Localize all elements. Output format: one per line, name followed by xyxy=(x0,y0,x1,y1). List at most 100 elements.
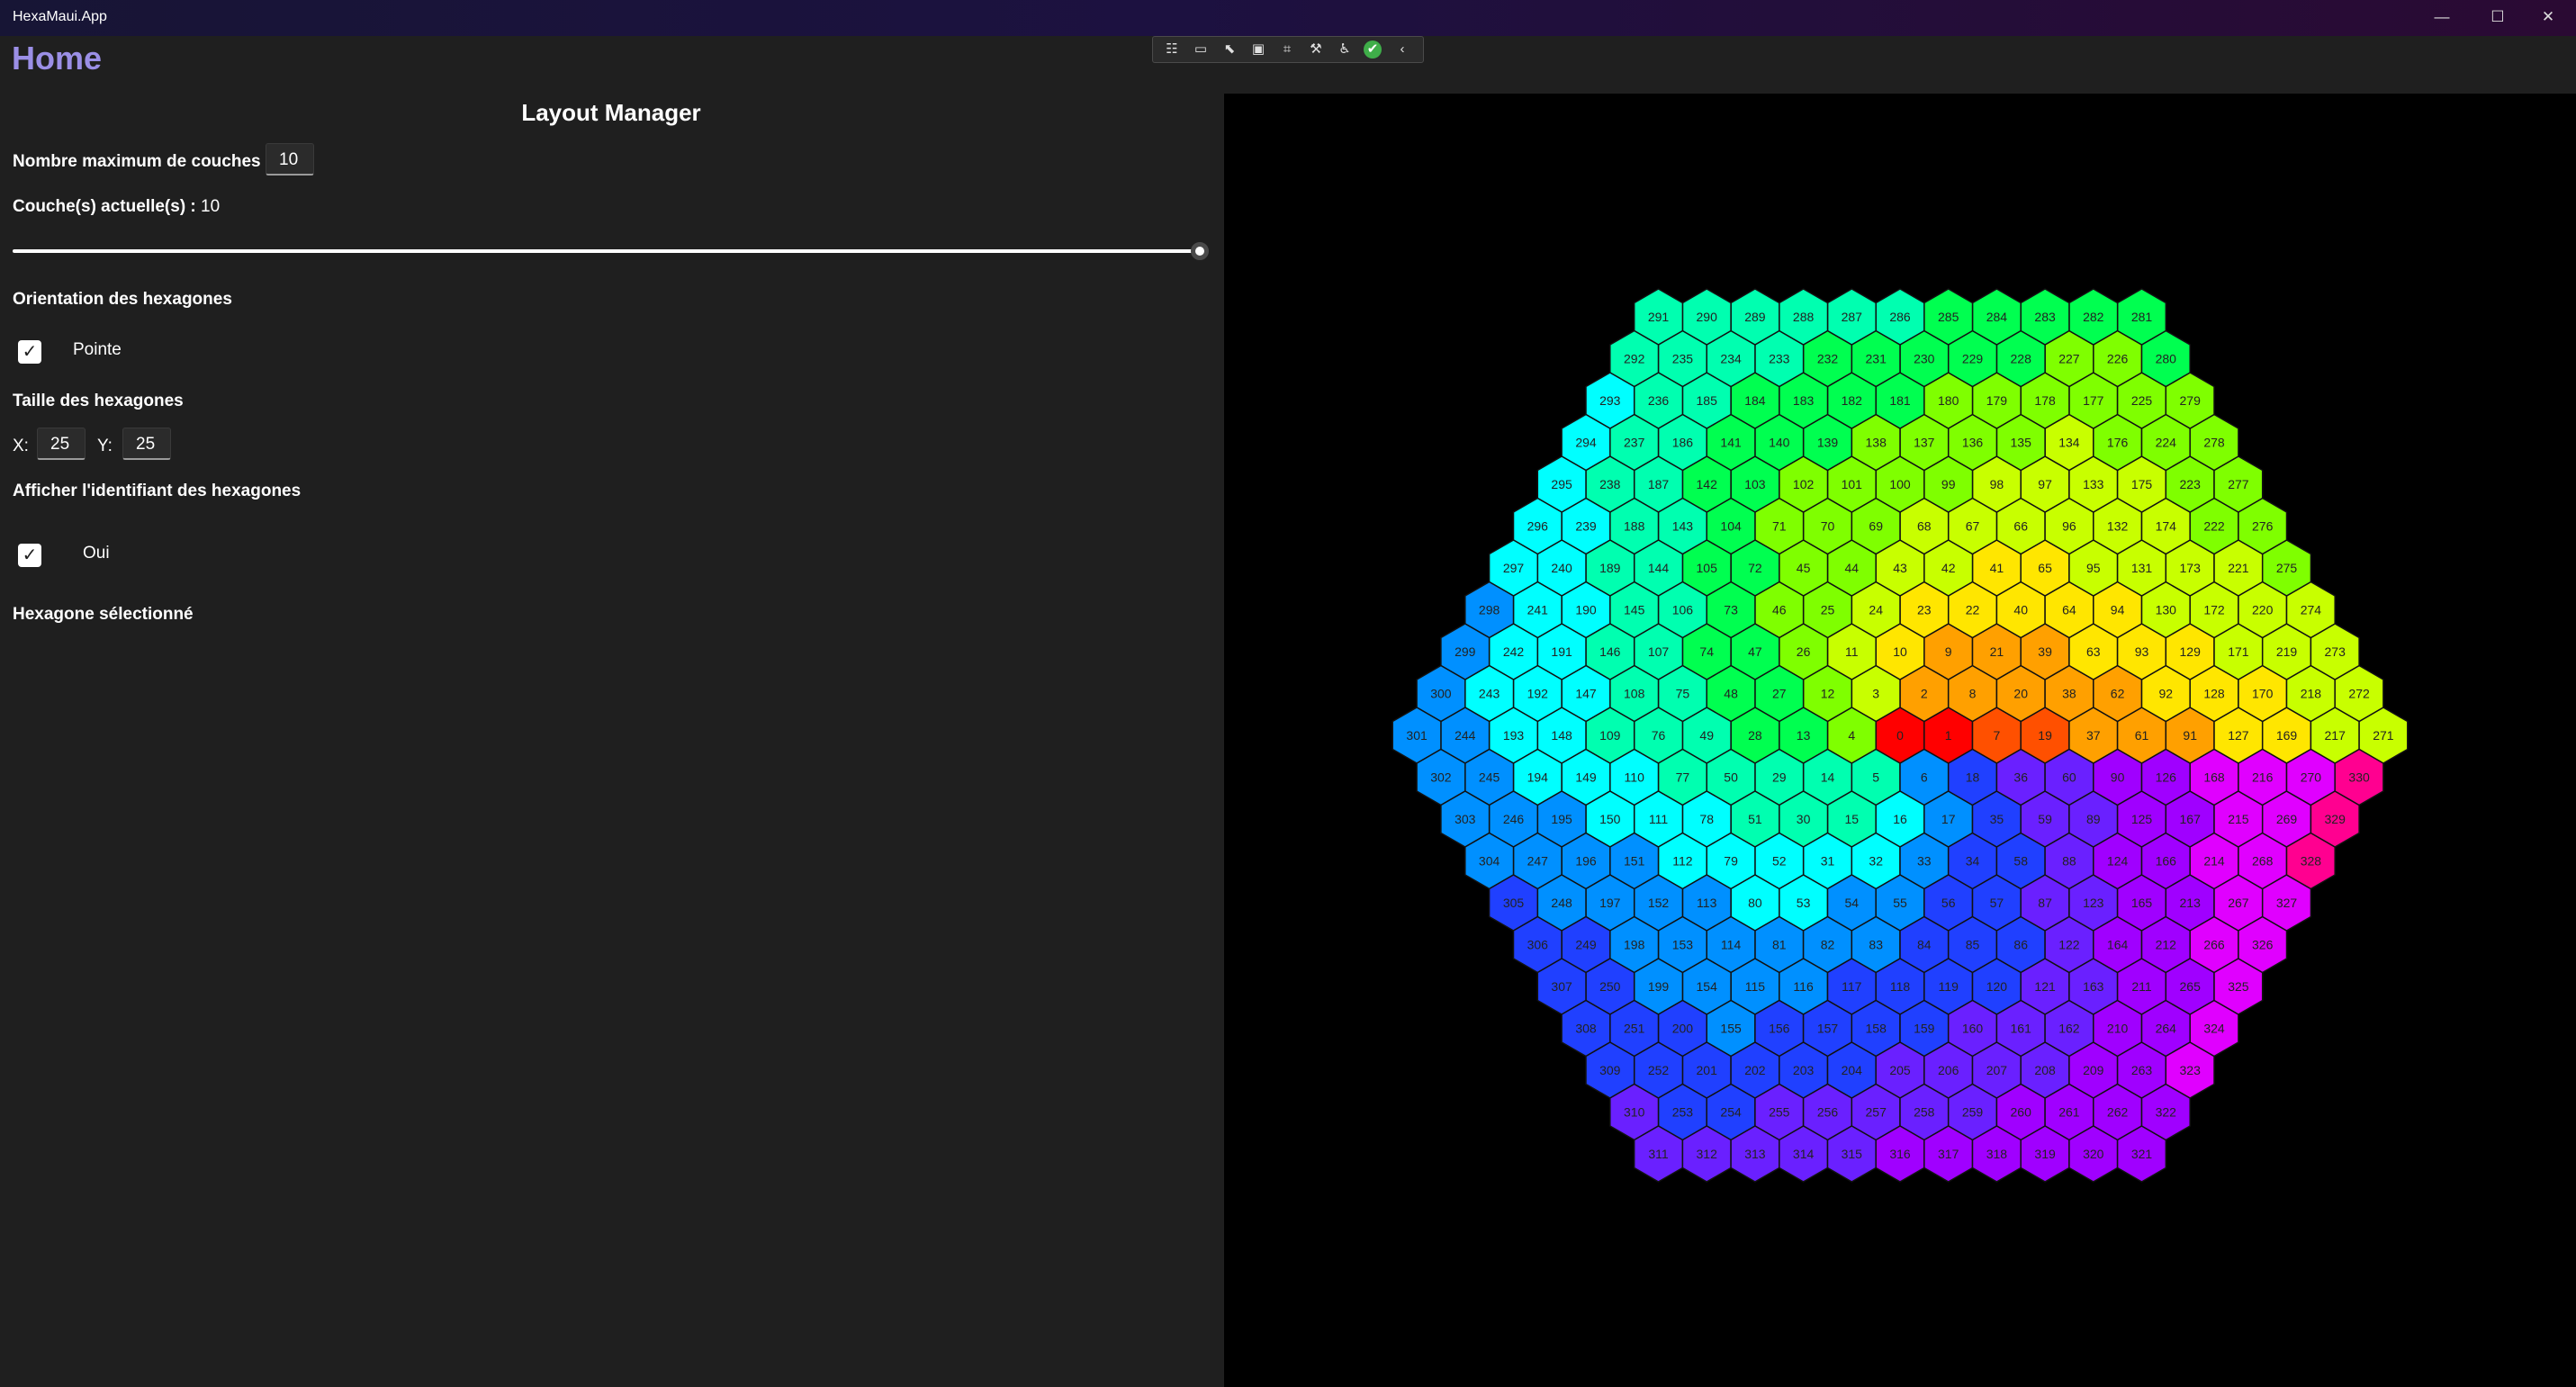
show-id-option-label: Oui xyxy=(83,544,110,563)
hexagon-id-label: 216 xyxy=(2252,770,2274,785)
checkmark-icon[interactable]: ✔ xyxy=(1364,41,1382,59)
hexagon-id-label: 9 xyxy=(1945,644,1952,659)
hexagon-id-label: 60 xyxy=(2062,770,2076,785)
hexagon-id-label: 36 xyxy=(2013,770,2028,785)
orientation-checkbox[interactable]: ✓ xyxy=(18,340,41,364)
hexagon-id-label: 92 xyxy=(2159,687,2174,701)
hexagon-id-label: 82 xyxy=(1821,938,1835,952)
hexagon-id-label: 280 xyxy=(2156,352,2177,366)
hexagon-id-label: 150 xyxy=(1599,812,1621,826)
show-id-label: Afficher l'identifiant des hexagones xyxy=(13,482,302,500)
hexagon-canvas[interactable]: 0 1 2 3 4 5 6 7 8 9 10 11 12 13 14 15 16 17 18 19 20 21 22 23 24… xyxy=(1224,94,2576,1387)
hexagon-id-label: 197 xyxy=(1599,896,1621,910)
record-icon[interactable]: ▭ xyxy=(1191,40,1211,59)
size-y-input[interactable]: 25 xyxy=(122,428,171,460)
hexagon-id-label: 75 xyxy=(1676,687,1690,701)
hexagon-id-label: 134 xyxy=(2058,436,2080,450)
hexagon-id-label: 96 xyxy=(2062,519,2076,534)
hexagon-id-label: 99 xyxy=(1941,477,1956,491)
hexagon-id-label: 218 xyxy=(2301,687,2322,701)
hexagon-id-label: 98 xyxy=(1990,477,2004,491)
layers-slider-thumb[interactable] xyxy=(1191,242,1209,260)
hexagon-id-label: 291 xyxy=(1648,310,1670,324)
hexagon-id-label: 105 xyxy=(1697,561,1718,575)
hexagon-id-label: 15 xyxy=(1845,812,1860,826)
hexagon-id-label: 281 xyxy=(2131,310,2153,324)
max-layers-label: Nombre maximum de couches : xyxy=(13,152,272,171)
accessibility-icon[interactable]: ♿ xyxy=(1335,40,1355,59)
hexagon-id-label: 325 xyxy=(2228,979,2249,994)
hexagon-id-label: 130 xyxy=(2156,603,2177,617)
hexagon-id-label: 58 xyxy=(2013,854,2028,869)
hexagon-id-label: 300 xyxy=(1430,687,1452,701)
hexagon-id-label: 212 xyxy=(2156,938,2177,952)
hexagon-id-label: 102 xyxy=(1793,477,1815,491)
hexagon-id-label: 288 xyxy=(1793,310,1815,324)
hexagon-id-label: 5 xyxy=(1872,770,1879,785)
hexagon-id-label: 72 xyxy=(1748,561,1762,575)
hexagon-id-label: 114 xyxy=(1721,938,1742,952)
hexagon-id-label: 233 xyxy=(1769,352,1790,366)
hexagon-id-label: 247 xyxy=(1527,854,1549,869)
size-x-input[interactable]: 25 xyxy=(37,428,86,460)
layers-slider-track[interactable] xyxy=(13,249,1201,253)
hexagon-id-label: 200 xyxy=(1672,1022,1694,1036)
hexagon-grid[interactable]: 0 12345 6789101112131415 16 1718192021222324… xyxy=(1224,94,2576,1387)
select-element-icon[interactable]: ⬉ xyxy=(1220,40,1239,59)
track-focus-icon[interactable]: ⌗ xyxy=(1277,40,1297,59)
hexagon-id-label: 115 xyxy=(1745,979,1766,994)
hexagon-id-label: 210 xyxy=(2107,1022,2129,1036)
display-layout-adorners-icon[interactable]: ▣ xyxy=(1248,40,1268,59)
hexagon-id-label: 268 xyxy=(2252,854,2274,869)
hexagon-id-label: 124 xyxy=(2107,854,2129,869)
hexagon-id-label: 14 xyxy=(1821,770,1835,785)
hexagon-id-label: 316 xyxy=(1889,1147,1911,1161)
maximize-button[interactable]: ☐ xyxy=(2470,0,2526,36)
hexagon-id-label: 208 xyxy=(2034,1063,2056,1077)
hexagon-id-label: 182 xyxy=(1842,393,1863,408)
hexagon-id-label: 123 xyxy=(2083,896,2104,910)
binding-failures-icon[interactable]: ⚒ xyxy=(1306,40,1326,59)
hexagon-id-label: 258 xyxy=(1914,1105,1935,1120)
hexagon-id-label: 45 xyxy=(1797,561,1811,575)
hexagon-id-label: 283 xyxy=(2034,310,2056,324)
hexagon-id-label: 76 xyxy=(1652,728,1666,743)
hexagon-id-label: 109 xyxy=(1599,728,1621,743)
hexagon-id-label: 128 xyxy=(2203,687,2225,701)
hexagon-id-label: 107 xyxy=(1648,644,1670,659)
hexagon-id-label: 277 xyxy=(2228,477,2249,491)
hexagon-id-label: 221 xyxy=(2228,561,2249,575)
hexagon-id-label: 131 xyxy=(2131,561,2153,575)
hexagon-id-label: 6 xyxy=(1921,770,1928,785)
hexagon-id-label: 219 xyxy=(2276,644,2298,659)
hexagon-id-label: 214 xyxy=(2203,854,2225,869)
hexagon-id-label: 298 xyxy=(1479,603,1500,617)
close-button[interactable]: ✕ xyxy=(2520,0,2576,36)
hexagon-id-label: 23 xyxy=(1917,603,1932,617)
hexagon-id-label: 81 xyxy=(1772,938,1787,952)
show-id-checkbox[interactable]: ✓ xyxy=(18,544,41,567)
hexagon-id-label: 225 xyxy=(2131,393,2153,408)
hexagon-id-label: 279 xyxy=(2180,393,2202,408)
hexagon-id-label: 189 xyxy=(1599,561,1621,575)
hexagon-id-label: 7 xyxy=(1994,728,2001,743)
hexagon-id-label: 16 xyxy=(1893,812,1907,826)
hexagon-id-label: 147 xyxy=(1575,687,1597,701)
live-tree-icon[interactable]: ☷ xyxy=(1162,40,1182,59)
minimize-button[interactable]: — xyxy=(2414,0,2470,36)
hexagon-id-label: 53 xyxy=(1797,896,1811,910)
hexagon-id-label: 265 xyxy=(2180,979,2202,994)
max-layers-input[interactable]: 10 xyxy=(266,143,314,176)
hexagon-id-label: 320 xyxy=(2083,1147,2104,1161)
hexagon-id-label: 201 xyxy=(1697,1063,1718,1077)
hexagon-id-label: 329 xyxy=(2325,812,2346,826)
hexagon-id-label: 95 xyxy=(2086,561,2101,575)
hexagon-id-label: 181 xyxy=(1889,393,1911,408)
hexagon-id-label: 63 xyxy=(2086,644,2101,659)
hexagon-id-label: 41 xyxy=(1990,561,2004,575)
xaml-debug-toolbar: ☷ ▭ ⬉ ▣ ⌗ ⚒ ♿ ✔ ‹ xyxy=(1152,36,1424,63)
collapse-chevron-icon[interactable]: ‹ xyxy=(1392,40,1412,59)
hexagon-id-label: 245 xyxy=(1479,770,1500,785)
hexagon-id-label: 285 xyxy=(1938,310,1959,324)
hexagon-id-label: 227 xyxy=(2058,352,2080,366)
